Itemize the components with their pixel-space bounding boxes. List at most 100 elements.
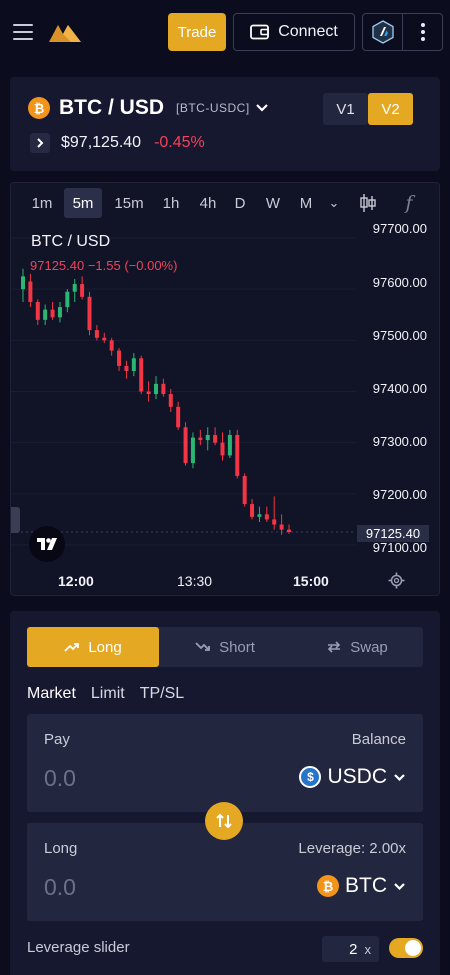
swap-arrows-icon	[328, 641, 341, 653]
candle	[28, 273, 33, 308]
y-axis-label: 97400.00	[372, 381, 427, 396]
btc-icon: ₿	[317, 875, 339, 897]
x-axis-label: 15:00	[293, 573, 329, 589]
y-axis-label: 97600.00	[372, 275, 427, 290]
pay-amount-input[interactable]: 0.0	[44, 765, 76, 792]
candle	[257, 506, 262, 522]
connect-wallet-button[interactable]: Connect	[233, 13, 355, 51]
tradingview-logo-icon[interactable]	[29, 526, 65, 562]
long-amount-input[interactable]: 0.0	[44, 874, 76, 901]
tab-long[interactable]: Long	[27, 627, 159, 667]
candle	[21, 268, 25, 302]
timeframe-d[interactable]: D	[232, 188, 248, 218]
btc-icon: ₿	[28, 97, 50, 119]
more-options-icon[interactable]	[403, 14, 442, 50]
app-logo[interactable]	[47, 20, 83, 49]
leverage-input[interactable]: 2 x	[322, 936, 379, 962]
order-type-tpsl[interactable]: TP/SL	[140, 685, 184, 703]
pay-token-selector[interactable]: $ USDC	[299, 765, 406, 789]
swap-vertical-icon	[216, 813, 232, 829]
trade-button[interactable]: Trade	[168, 13, 226, 51]
expand-button[interactable]	[30, 133, 50, 153]
candle	[80, 276, 85, 300]
timeframe-15m[interactable]: 15m	[110, 188, 148, 218]
timeframe-m[interactable]: M	[297, 188, 315, 218]
tab-short-label: Short	[219, 638, 255, 656]
chevron-down-icon	[255, 104, 268, 112]
candle	[264, 506, 269, 522]
candle	[72, 278, 77, 302]
candle	[139, 355, 144, 395]
pair-ticker: [BTC-USDC]	[176, 101, 250, 115]
network-group	[362, 13, 443, 51]
usdc-icon: $	[299, 766, 322, 788]
tab-long-label: Long	[88, 638, 122, 656]
pay-field: Pay Balance 0.0 $ USDC	[27, 714, 423, 812]
y-axis-label: 97300.00	[372, 434, 427, 449]
network-selector[interactable]	[363, 14, 403, 50]
drawing-panel-handle[interactable]	[11, 507, 20, 533]
timeframe-w[interactable]: W	[264, 188, 282, 218]
pay-label: Pay	[44, 731, 70, 748]
current-price: $97,125.40	[61, 134, 142, 151]
indicators-icon[interactable]: 𝑓	[398, 188, 420, 218]
timeframe-5m[interactable]: 5m	[64, 188, 102, 218]
candle	[35, 299, 40, 325]
long-token-selector[interactable]: ₿ BTC	[317, 874, 406, 898]
y-axis-label: 97200.00	[372, 487, 427, 502]
candle	[176, 401, 181, 430]
candle	[235, 429, 240, 479]
version-toggle: V1 V2	[323, 93, 413, 125]
candle	[205, 427, 210, 451]
price-change: -0.45%	[154, 134, 205, 151]
candle	[227, 429, 232, 459]
chart-settings-icon[interactable]	[388, 572, 405, 594]
y-axis-label: 97700.00	[372, 221, 427, 236]
chart-panel: 1m 5m 15m 1h 4h D W M ⌄ 𝑓 BTC / USD 9712…	[10, 182, 440, 596]
pair-selector[interactable]: ₿ BTC / USD [BTC-USDC]	[28, 96, 269, 120]
candle	[146, 381, 151, 402]
candles-type-icon[interactable]	[356, 188, 380, 218]
menu-icon[interactable]	[13, 24, 33, 40]
tab-swap-label: Swap	[350, 638, 388, 656]
candle	[161, 378, 166, 397]
timeframe-more-icon[interactable]: ⌄	[327, 188, 341, 218]
order-type-market[interactable]: Market	[27, 685, 76, 703]
tab-swap[interactable]: Swap	[291, 627, 423, 667]
leverage-unit: x	[364, 941, 372, 957]
candle	[250, 498, 255, 520]
chevron-right-icon	[37, 138, 44, 148]
candle	[272, 496, 277, 530]
chart-title: BTC / USD	[31, 233, 111, 250]
order-type-limit[interactable]: Limit	[91, 685, 125, 703]
candle	[43, 304, 48, 325]
x-axis-label: 13:30	[177, 573, 213, 589]
position-side-tabs: Long Short Swap	[27, 627, 423, 667]
y-axis-label: 97500.00	[372, 328, 427, 343]
trend-up-icon	[64, 643, 80, 652]
leverage-slider-toggle[interactable]	[389, 938, 423, 958]
long-label: Long	[44, 840, 78, 857]
version-v2-button[interactable]: V2	[368, 93, 413, 125]
candle	[102, 332, 107, 343]
tab-short[interactable]: Short	[159, 627, 291, 667]
swap-direction-button[interactable]	[205, 802, 243, 840]
price-row: $97,125.40 -0.45%	[30, 133, 205, 153]
candle	[50, 301, 55, 320]
version-v1-button[interactable]: V1	[323, 93, 368, 125]
order-panel: Long Short Swap Market Limit TP/SL Pay B…	[10, 611, 440, 975]
candle	[94, 324, 99, 341]
connect-label: Connect	[278, 23, 338, 40]
candle	[242, 473, 247, 507]
balance-label: Balance	[351, 731, 406, 748]
leverage-readout: Leverage: 2.00x	[298, 840, 406, 857]
timeframe-4h[interactable]: 4h	[194, 188, 222, 218]
timeframe-1h[interactable]: 1h	[158, 188, 184, 218]
candle	[279, 514, 284, 535]
candle	[87, 291, 92, 336]
chart-ohlc-legend: 97125.40 −1.55 (−0.00%)	[30, 258, 178, 273]
candle	[131, 353, 136, 377]
pay-token-label: USDC	[327, 765, 387, 788]
timeframe-1m[interactable]: 1m	[28, 188, 56, 218]
chevron-down-icon	[394, 773, 405, 781]
